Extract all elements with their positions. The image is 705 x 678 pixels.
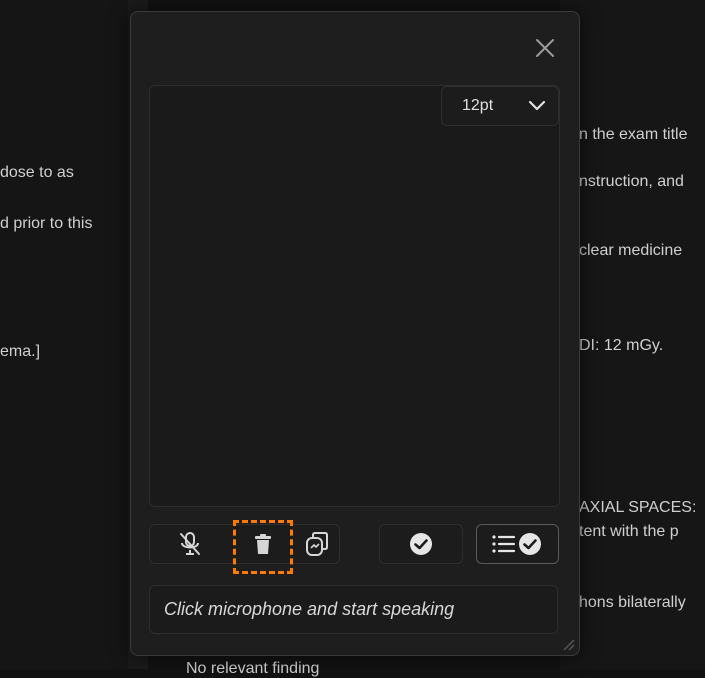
background-text-line: dose to as: [0, 164, 74, 181]
check-circle-icon: [410, 533, 432, 555]
delete-button[interactable]: [241, 524, 285, 564]
copy-icon: [306, 532, 328, 556]
background-text-line: hons bilaterally: [579, 594, 686, 611]
status-text: Click microphone and start speaking: [164, 599, 455, 619]
close-button[interactable]: [533, 36, 557, 60]
dictation-text-area[interactable]: 12pt: [149, 85, 560, 507]
background-text-line: AXIAL SPACES:: [579, 499, 697, 516]
font-size-select[interactable]: 12pt: [441, 86, 559, 126]
dictation-toolbar: [149, 520, 559, 574]
dictation-status-message: Click microphone and start speaking: [149, 585, 558, 634]
background-right-pane: [560, 0, 705, 669]
mute-microphone-button[interactable]: [159, 524, 221, 564]
background-text-line: DI: 12 mGy.: [579, 337, 664, 354]
trash-icon: [255, 534, 271, 554]
background-text-line: clear medicine: [579, 242, 683, 259]
list-check-icon: [491, 533, 541, 555]
chevron-down-icon: [528, 100, 546, 111]
background-text-line: No relevant finding: [186, 660, 320, 677]
accept-button[interactable]: [379, 524, 463, 564]
accept-all-button[interactable]: [476, 524, 559, 564]
resize-handle-icon[interactable]: [561, 637, 575, 651]
background-text-line: d prior to this: [0, 215, 93, 232]
close-icon: [536, 39, 554, 57]
microphone-off-icon: [180, 532, 200, 555]
background-text-line: n the exam title: [579, 126, 688, 143]
font-size-value: 12pt: [462, 97, 494, 114]
background-text-line: ema.]: [0, 343, 41, 360]
background-text-line: nstruction, and: [579, 173, 684, 190]
copy-button[interactable]: [297, 524, 337, 564]
dictation-modal: 12pt Click microphone and start speaking: [130, 11, 580, 656]
background-text-line: tent with the p: [579, 523, 679, 540]
background-left-pane: [0, 0, 128, 669]
